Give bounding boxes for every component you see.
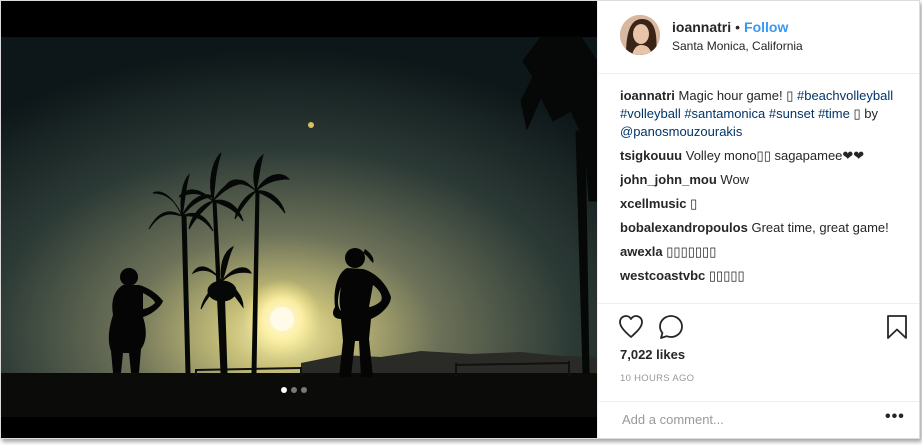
separator-dot: • bbox=[735, 19, 741, 35]
comment-item: bobalexandropoulos Great time, great gam… bbox=[620, 219, 906, 237]
caption-username[interactable]: ioannatri bbox=[620, 88, 675, 103]
add-comment-section: ••• bbox=[598, 401, 919, 438]
avatar-image bbox=[620, 15, 660, 55]
action-bar bbox=[598, 303, 919, 344]
comment-item: john_john_mou Wow bbox=[620, 171, 906, 189]
carousel-dot[interactable] bbox=[291, 387, 297, 393]
comment-item: westcoastvbc ▯▯▯▯▯ bbox=[620, 267, 906, 285]
bookmark-icon[interactable] bbox=[884, 314, 910, 340]
sunset-photo-image bbox=[1, 1, 597, 438]
more-options-icon[interactable]: ••• bbox=[885, 408, 905, 426]
caption: ioannatri Magic hour game! ▯ #beachvolle… bbox=[620, 87, 906, 141]
hashtag-link[interactable]: #sunset bbox=[769, 106, 815, 121]
comment-text: ▯▯▯▯▯▯▯ bbox=[666, 244, 717, 259]
hashtag-link[interactable]: #santamonica bbox=[684, 106, 765, 121]
post-dialog: ioannatri • Follow Santa Monica, Californi… bbox=[0, 0, 920, 439]
hashtag-link[interactable]: #beachvolleyball bbox=[797, 88, 893, 103]
heart-icon[interactable] bbox=[618, 314, 644, 340]
comment-username[interactable]: awexla bbox=[620, 244, 663, 259]
comment-item: awexla ▯▯▯▯▯▯▯ bbox=[620, 243, 906, 261]
comment-text: Volley mono▯▯ sagapamee❤❤ bbox=[685, 148, 865, 163]
avatar[interactable] bbox=[620, 15, 660, 55]
post-author-line: ioannatri • Follow bbox=[672, 19, 788, 35]
comment-text: ▯ bbox=[690, 196, 698, 211]
post-header: ioannatri • Follow Santa Monica, Californi… bbox=[598, 1, 919, 74]
post-photo[interactable] bbox=[1, 1, 597, 438]
comment-text: ▯▯▯▯▯ bbox=[708, 268, 745, 283]
hashtag-link[interactable]: #volleyball bbox=[620, 106, 681, 121]
caption-text: Magic hour game! ▯ bbox=[678, 88, 794, 103]
comments-list[interactable]: ioannatri Magic hour game! ▯ #beachvolle… bbox=[620, 87, 906, 301]
comment-icon[interactable] bbox=[658, 314, 684, 340]
comment-username[interactable]: tsigkouuu bbox=[620, 148, 682, 163]
carousel-dot[interactable] bbox=[301, 387, 307, 393]
post-sidebar: ioannatri • Follow Santa Monica, Californi… bbox=[597, 1, 919, 438]
comment-text: Wow bbox=[720, 172, 750, 187]
caption-by: by bbox=[864, 106, 879, 121]
comment-item: xcellmusic ▯ bbox=[620, 195, 906, 213]
mention-link[interactable]: @panosmouzourakis bbox=[620, 124, 742, 139]
hashtag-link[interactable]: #time bbox=[818, 106, 850, 121]
author-username[interactable]: ioannatri bbox=[672, 19, 731, 35]
comment-text: Great time, great game! bbox=[751, 220, 889, 235]
comment-username[interactable]: bobalexandropoulos bbox=[620, 220, 748, 235]
comment-username[interactable]: westcoastvbc bbox=[620, 268, 705, 283]
caption-emoji: ▯ bbox=[853, 106, 861, 121]
comment-item: tsigkouuu Volley mono▯▯ sagapamee❤❤ bbox=[620, 147, 906, 165]
comment-username[interactable]: john_john_mou bbox=[620, 172, 717, 187]
location-link[interactable]: Santa Monica, California bbox=[672, 39, 803, 53]
carousel-dot[interactable] bbox=[281, 387, 287, 393]
comment-username[interactable]: xcellmusic bbox=[620, 196, 687, 211]
post-timestamp: 10 HOURS AGO bbox=[620, 373, 695, 384]
add-comment-input[interactable] bbox=[620, 411, 864, 428]
carousel-indicator[interactable] bbox=[281, 387, 307, 393]
follow-button[interactable]: Follow bbox=[744, 19, 788, 35]
likes-count[interactable]: 7,022 likes bbox=[620, 347, 685, 362]
